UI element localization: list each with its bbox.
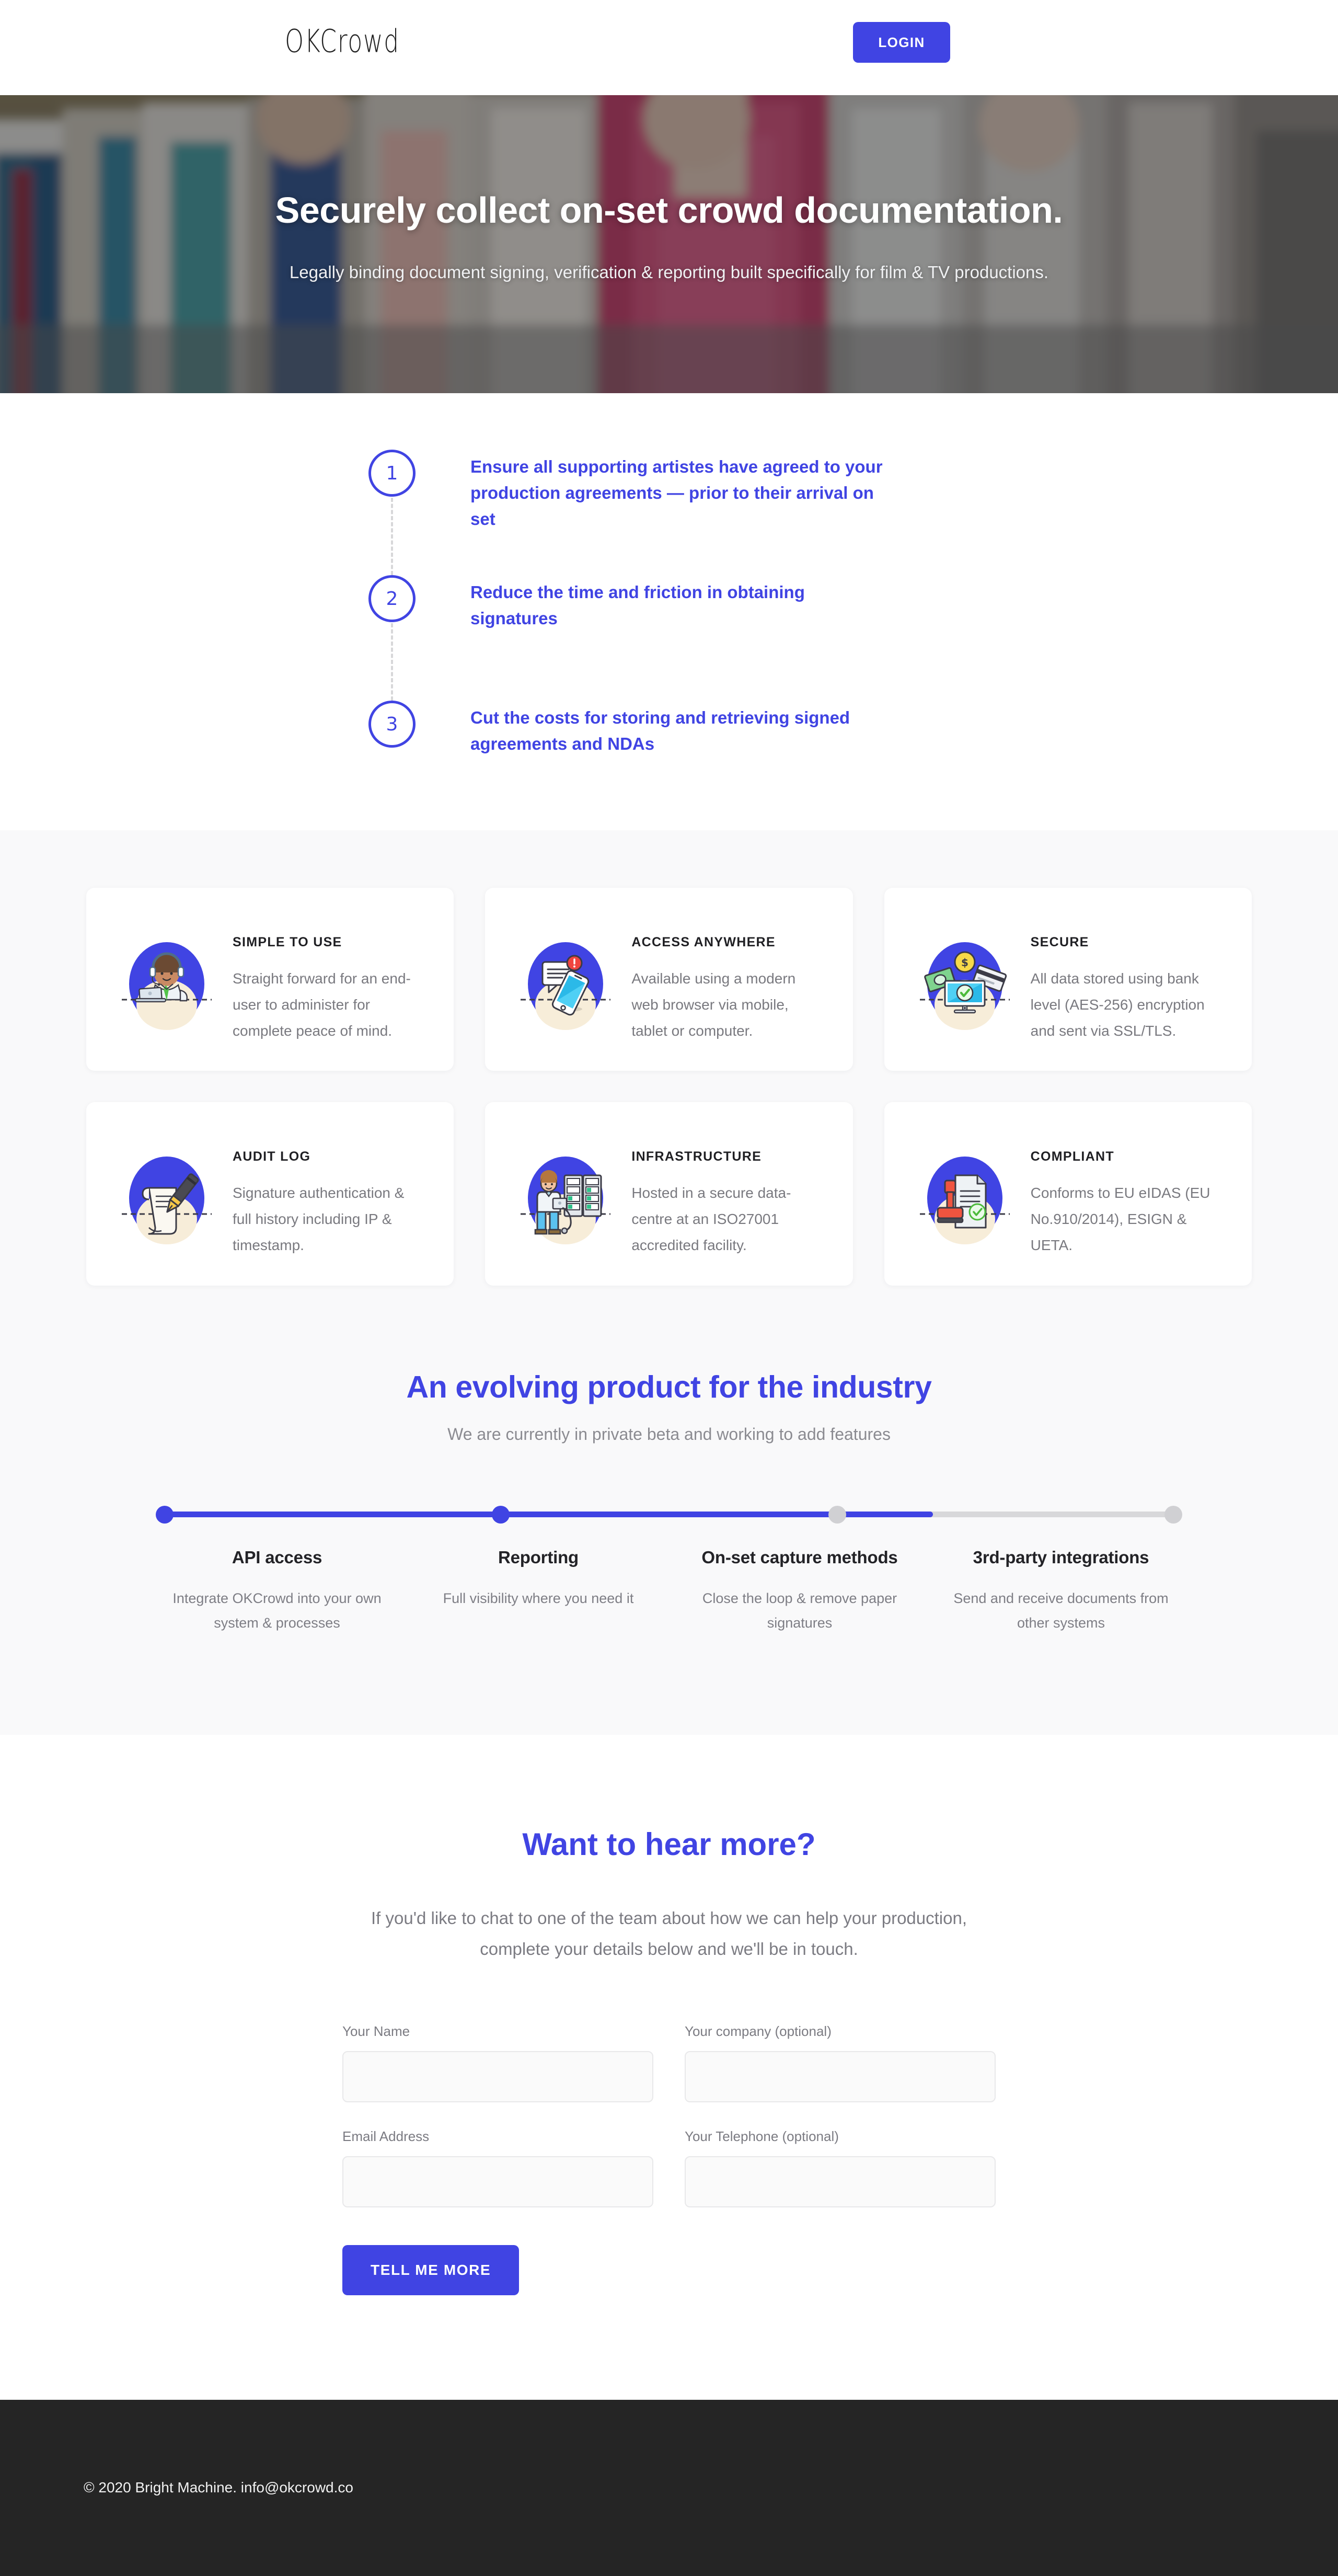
milestone-description: Send and receive documents from other sy…	[953, 1590, 1169, 1631]
logo[interactable]: OKCrowd	[285, 23, 400, 60]
hero-title: Securely collect on-set crowd documentat…	[275, 190, 1063, 231]
site-header: OKCrowd LOGIN	[0, 0, 1338, 95]
feature-description: Conforms to EU eIDAS (EU No.910/2014), E…	[1030, 1185, 1210, 1254]
feature-card: COMPLIANT Conforms to EU eIDAS (EU No.91…	[884, 1102, 1252, 1286]
logo-ok-text: OK	[285, 23, 320, 60]
milestone-description: Integrate OKCrowd into your own system &…	[172, 1590, 382, 1631]
your-telephone-label: Your Telephone (optional)	[685, 2128, 839, 2144]
field-group-company: Your company (optional)	[685, 2023, 996, 2102]
secure-payment-icon: $	[913, 932, 1017, 1041]
your-company-input[interactable]	[685, 2051, 996, 2102]
roadmap-subtitle: We are currently in private beta and wor…	[447, 1424, 891, 1444]
server-rack-icon	[513, 1146, 618, 1256]
email-address-input[interactable]	[342, 2156, 653, 2207]
footer-copyright: © 2020 Bright Machine. info@okcrowd.co	[84, 2479, 353, 2496]
steps-section: 1 Ensure all supporting artistes have ag…	[0, 393, 1338, 830]
roadmap-milestones: API access Integrate OKCrowd into your o…	[146, 1548, 1192, 1636]
roadmap-title: An evolving product for the industry	[406, 1369, 932, 1404]
steps-list: 1 Ensure all supporting artistes have ag…	[361, 450, 977, 763]
timeline-dot-3rd-party[interactable]	[1164, 1505, 1182, 1524]
milestone-description: Close the loop & remove paper signatures	[702, 1590, 897, 1631]
feature-title: ACCESS ANYWHERE	[631, 935, 776, 949]
hero-banner: Securely collect on-set crowd documentat…	[0, 95, 1338, 393]
tell-me-more-button[interactable]: TELL ME MORE	[342, 2245, 520, 2295]
stamp-document-icon	[913, 1146, 1017, 1256]
contact-title: Want to hear more?	[522, 1827, 816, 1862]
step-text: Reduce the time and friction in obtainin…	[470, 582, 805, 628]
your-name-input[interactable]	[342, 2051, 653, 2102]
feature-card: SIMPLE TO USE Straight forward for an en…	[86, 888, 454, 1071]
milestone-label: On-set capture methods	[701, 1547, 898, 1567]
login-button[interactable]: LOGIN	[853, 22, 950, 63]
features-grid: SIMPLE TO USE Straight forward for an en…	[86, 888, 1252, 1286]
milestone-item: On-set capture methods Close the loop & …	[669, 1548, 930, 1636]
step-number-badge: 1	[368, 450, 416, 497]
step-text: Cut the costs for storing and retrieving…	[470, 708, 850, 754]
feature-card: $ SECURE All data stored using bank leve…	[884, 888, 1252, 1071]
feature-card: AUDIT LOG Signature authentication & ful…	[86, 1102, 454, 1286]
milestone-label: 3rd-party integrations	[973, 1547, 1149, 1567]
feature-title: SIMPLE TO USE	[233, 935, 342, 949]
feature-title: SECURE	[1030, 935, 1089, 949]
timeline-dot-on-set-capture[interactable]	[828, 1505, 846, 1524]
milestone-item: Reporting Full visibility where you need…	[408, 1548, 669, 1636]
feature-card: ACCESS ANYWHERE Available using a modern…	[485, 888, 853, 1071]
your-telephone-input[interactable]	[685, 2156, 996, 2207]
step-number-badge: 3	[368, 701, 416, 748]
support-agent-icon	[114, 932, 219, 1041]
timeline-dot-api-access[interactable]	[156, 1505, 174, 1524]
step-item: 2 Reduce the time and friction in obtain…	[361, 575, 977, 701]
field-group-name: Your Name	[342, 2023, 653, 2102]
milestone-description: Full visibility where you need it	[443, 1590, 634, 1606]
milestone-label: Reporting	[498, 1547, 579, 1567]
timeline-progress-fill	[165, 1511, 933, 1517]
step-item: 1 Ensure all supporting artistes have ag…	[361, 450, 977, 575]
milestone-label: API access	[232, 1547, 322, 1567]
feature-card: INFRASTRUCTURE Hosted in a secure data-c…	[485, 1102, 853, 1286]
step-item: 3 Cut the costs for storing and retrievi…	[361, 701, 977, 763]
feature-title: COMPLIANT	[1030, 1149, 1114, 1164]
hero-subtitle: Legally binding document signing, verifi…	[289, 262, 1049, 282]
feature-description: Available using a modern web browser via…	[631, 970, 796, 1039]
roadmap-section: An evolving product for the industry We …	[0, 1285, 1338, 1735]
feature-description: Signature authentication & full history …	[233, 1185, 405, 1254]
mobile-notification-icon	[513, 932, 618, 1041]
roadmap-timeline	[146, 1505, 1192, 1524]
milestone-item: API access Integrate OKCrowd into your o…	[146, 1548, 408, 1636]
contact-section: Want to hear more? If you'd like to chat…	[0, 1735, 1338, 2400]
contact-subtitle: If you'd like to chat to one of the team…	[371, 1908, 967, 1959]
step-number-badge: 2	[368, 575, 416, 622]
pen-signature-icon	[114, 1146, 219, 1256]
svg-text:$: $	[961, 956, 968, 969]
contact-form: Your Name Your company (optional) Email …	[342, 2023, 996, 2295]
feature-title: INFRASTRUCTURE	[631, 1149, 762, 1164]
feature-description: Straight forward for an end-user to admi…	[233, 970, 411, 1039]
your-name-label: Your Name	[342, 2023, 410, 2039]
feature-description: Hosted in a secure data-centre at an ISO…	[631, 1185, 791, 1254]
logo-crowd-text: Crowd	[320, 23, 400, 60]
your-company-label: Your company (optional)	[685, 2023, 832, 2039]
timeline-dot-reporting[interactable]	[492, 1505, 510, 1524]
step-connector-line	[391, 498, 393, 575]
field-group-email: Email Address	[342, 2128, 653, 2207]
site-footer: © 2020 Bright Machine. info@okcrowd.co	[0, 2399, 1338, 2576]
feature-title: AUDIT LOG	[233, 1149, 311, 1164]
milestone-item: 3rd-party integrations Send and receive …	[930, 1548, 1192, 1636]
step-connector-line	[391, 623, 393, 701]
field-group-telephone: Your Telephone (optional)	[685, 2128, 996, 2207]
feature-description: All data stored using bank level (AES-25…	[1030, 970, 1205, 1039]
features-section: SIMPLE TO USE Straight forward for an en…	[0, 830, 1338, 1286]
email-address-label: Email Address	[342, 2128, 430, 2144]
step-text: Ensure all supporting artistes have agre…	[470, 457, 883, 529]
